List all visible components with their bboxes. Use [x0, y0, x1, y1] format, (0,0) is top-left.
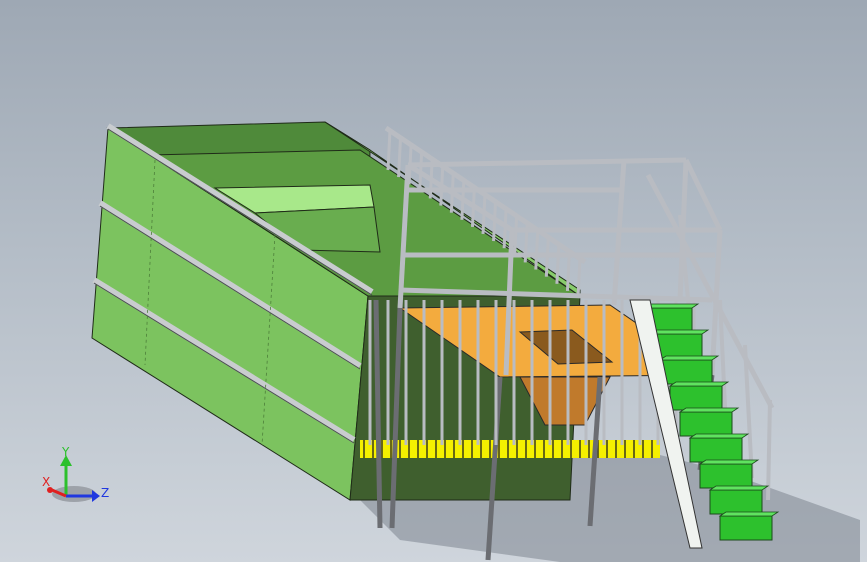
baluster — [407, 144, 413, 185]
baluster — [492, 201, 498, 242]
baluster — [576, 257, 582, 299]
baluster — [418, 151, 424, 192]
baluster — [460, 179, 466, 220]
stair-tread — [648, 329, 710, 335]
stair-step — [699, 463, 753, 489]
stair-tread — [718, 511, 780, 517]
stair-tread — [698, 459, 760, 465]
stair-step — [689, 437, 743, 463]
stair-step — [669, 385, 723, 411]
handrail — [407, 157, 687, 168]
stair-step — [719, 515, 773, 541]
baluster — [523, 222, 529, 263]
stair-step — [709, 489, 763, 515]
baluster — [470, 186, 476, 227]
baluster — [502, 208, 508, 249]
baluster — [428, 158, 434, 199]
stair-tread — [668, 381, 730, 387]
stair-step — [659, 359, 713, 385]
stair-tread — [658, 355, 720, 361]
baluster — [449, 172, 455, 213]
stair-tread — [678, 407, 740, 413]
stair-step — [679, 411, 733, 437]
baluster — [439, 165, 445, 206]
baluster — [513, 215, 519, 256]
coordinate-triad-icon: Y Z X — [42, 445, 109, 502]
stair-tread — [688, 433, 750, 439]
baluster — [386, 129, 392, 171]
baluster — [565, 250, 571, 291]
stair-tread — [708, 485, 770, 491]
triad-y-label: Y — [61, 445, 70, 459]
baluster — [544, 236, 550, 277]
handrail — [683, 158, 723, 232]
graphics-viewport[interactable]: Y Z X — [0, 0, 867, 562]
stair-post — [766, 399, 772, 501]
baluster — [397, 137, 403, 178]
baluster — [534, 229, 540, 270]
baluster — [555, 243, 561, 284]
triad-x-label: X — [42, 475, 50, 489]
cad-model-view[interactable]: Y Z X — [0, 0, 867, 562]
baluster — [481, 193, 487, 235]
triad-z-label: Z — [101, 486, 109, 500]
